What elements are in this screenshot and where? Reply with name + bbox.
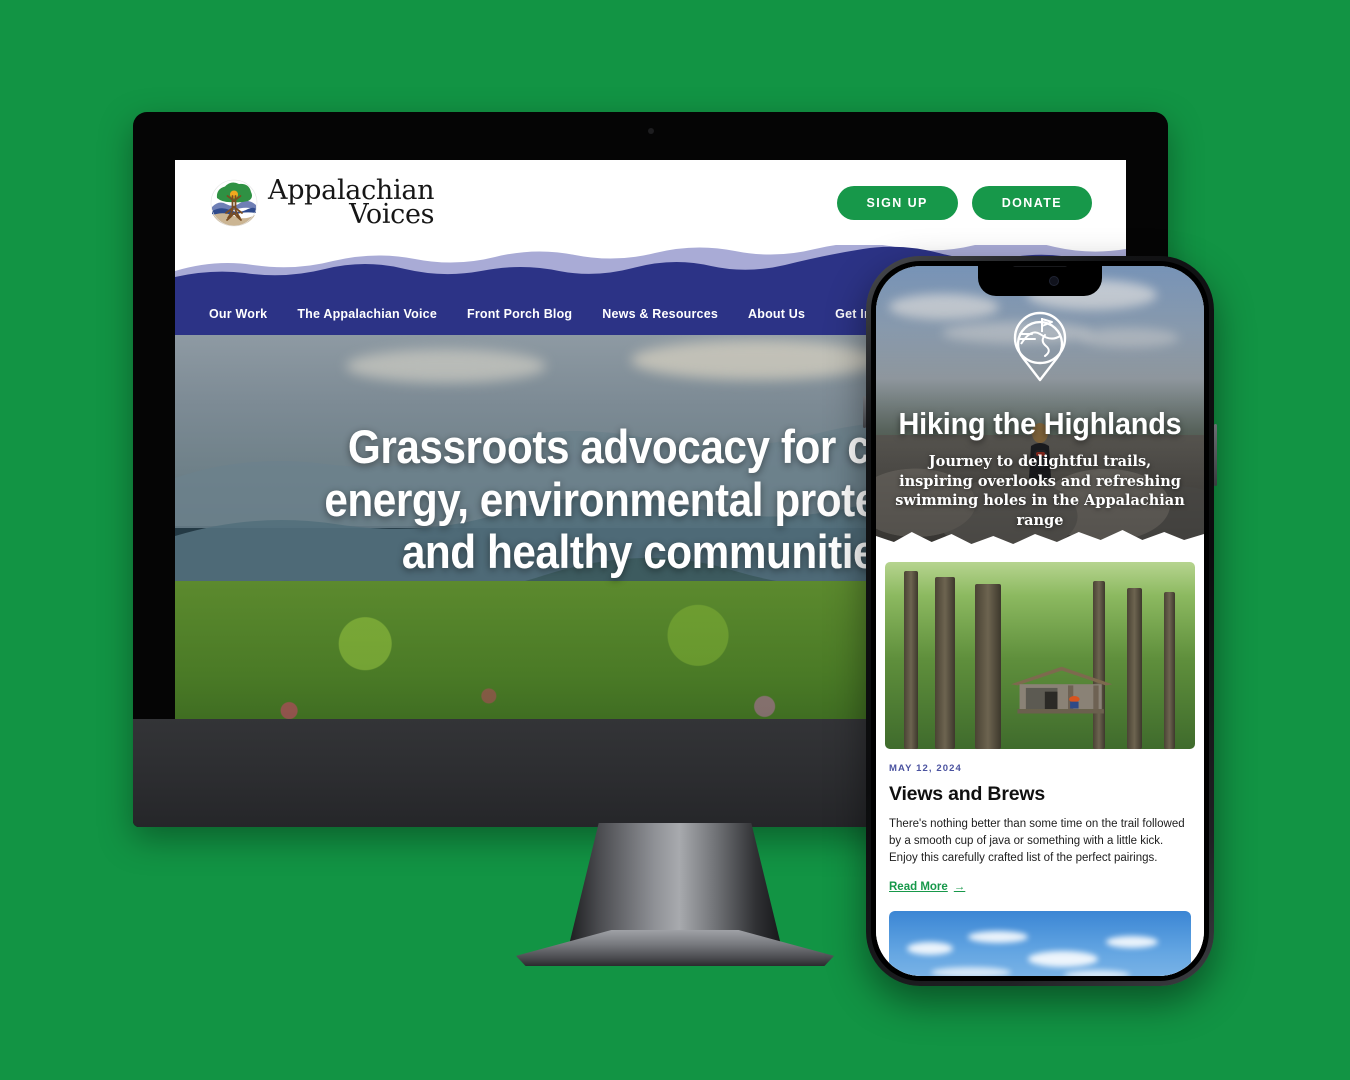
brand-wordmark: Appalachian Voices [268, 177, 435, 228]
forest-shelter-cabin-icon [1009, 663, 1114, 719]
site-header: Appalachian Voices SIGN UP DONATE [175, 160, 1126, 245]
nav-item-news-and-resources[interactable]: News & Resources [602, 307, 718, 321]
phone-bezel: Hiking the Highlands Journey to delightf… [871, 261, 1209, 981]
phone-hero-section: Hiking the Highlands Journey to delightf… [876, 266, 1204, 548]
article-body-text: There's nothing better than some time on… [889, 818, 1185, 865]
sign-up-button[interactable]: SIGN UP [836, 185, 958, 220]
nav-item-about-us[interactable]: About Us [748, 307, 805, 321]
donate-button[interactable]: DONATE [971, 185, 1092, 220]
phone-side-button[interactable] [1214, 424, 1217, 486]
article-title: Views and Brews [889, 783, 1045, 805]
phone-torn-edge-graphic [876, 530, 1204, 548]
header-actions: SIGN UP DONATE [836, 185, 1092, 220]
monitor-camera-icon [647, 128, 654, 134]
trail-map-badge-icon [1007, 302, 1073, 387]
phone-notch [978, 266, 1102, 296]
phone-article-section: MAY 12, 2024 Views and Brews There's not… [876, 548, 1204, 976]
phone-volume-button[interactable] [863, 396, 866, 428]
phone-hero-subtitle: Journey to delightful trails, inspiring … [895, 453, 1185, 529]
phone-hero-title: Hiking the Highlands [898, 406, 1182, 441]
phone-screen: Hiking the Highlands Journey to delightf… [876, 266, 1204, 976]
nav-item-our-work[interactable]: Our Work [209, 307, 267, 321]
read-more-link[interactable]: Read More → [889, 881, 965, 893]
article-date: MAY 12, 2024 [889, 763, 962, 774]
smartphone-device: Hiking the Highlands Journey to delightf… [863, 256, 1217, 986]
phone-article-image[interactable] [885, 562, 1195, 749]
phone-front-camera-icon [1049, 276, 1059, 286]
nav-item-the-appalachian-voice[interactable]: The Appalachian Voice [297, 307, 437, 321]
monitor-stand-neck [569, 823, 781, 945]
monitor-stand-base [516, 930, 834, 966]
next-article-image[interactable] [889, 911, 1191, 976]
read-more-label: Read More [889, 881, 948, 894]
brand-logo[interactable]: Appalachian Voices [209, 177, 435, 228]
tree-roots-mountain-logo-icon [209, 178, 259, 228]
phone-speaker-grille [1013, 266, 1067, 267]
nav-item-front-porch-blog[interactable]: Front Porch Blog [467, 307, 572, 321]
arrow-right-icon: → [953, 881, 966, 894]
